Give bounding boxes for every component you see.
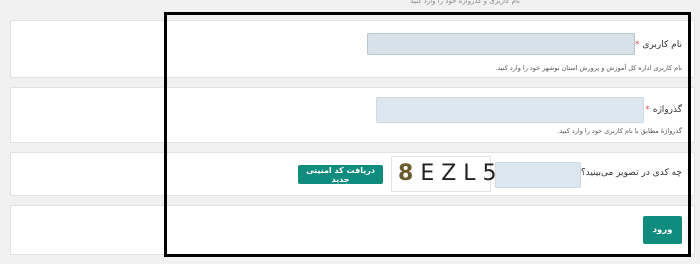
password-label: گذرواژه*: [645, 105, 682, 115]
username-required-mark: *: [634, 40, 640, 50]
username-label: نام کاربری*: [635, 40, 682, 50]
top-hint-text: ﻧﺎم ﮐﺎرﺑﺮی و ﮔﺬرواژه ﺧﻮد را وارد ﮐﻨﯿﺪ: [410, 0, 520, 5]
captcha-card: چه کدی در تصویر می‌بینید؟* 8EZL5 دریافت …: [10, 152, 695, 196]
password-required-mark: *: [645, 105, 650, 115]
captcha-rest-chars: EZL5: [420, 161, 504, 186]
top-strip: ﻧﺎم ﮐﺎرﺑﺮی و ﮔﺬرواژه ﺧﻮد را وارد ﮐﻨﯿﺪ: [0, 0, 700, 14]
captcha-first-char: 8: [398, 161, 421, 186]
login-button[interactable]: ورود: [643, 216, 682, 244]
username-card: نام کاربری* نام کاربری اداره کل آموزش و …: [10, 20, 695, 78]
username-label-text: نام کاربری: [642, 40, 682, 50]
username-input[interactable]: [367, 33, 635, 55]
password-card: گذرواژه* گذرواژهٔ مطابق با نام کاربری خو…: [10, 87, 695, 143]
refresh-captcha-button[interactable]: دریافت کد امنیتی جدید: [298, 165, 383, 184]
captcha-input[interactable]: [495, 162, 581, 188]
captcha-image: 8EZL5: [391, 156, 497, 192]
password-label-text: گذرواژه: [652, 105, 682, 115]
password-input[interactable]: [376, 97, 644, 123]
captcha-image-text: 8EZL5: [398, 161, 504, 186]
captcha-label-text: چه کدی در تصویر می‌بینید؟: [580, 168, 682, 178]
username-help-text: نام کاربری اداره کل آموزش و پرورش استان …: [495, 64, 682, 72]
login-card: ورود: [10, 205, 695, 255]
captcha-label: چه کدی در تصویر می‌بینید؟*: [573, 168, 682, 178]
password-help-text: گذرواژهٔ مطابق با نام کاربری خود را وارد…: [557, 127, 682, 135]
